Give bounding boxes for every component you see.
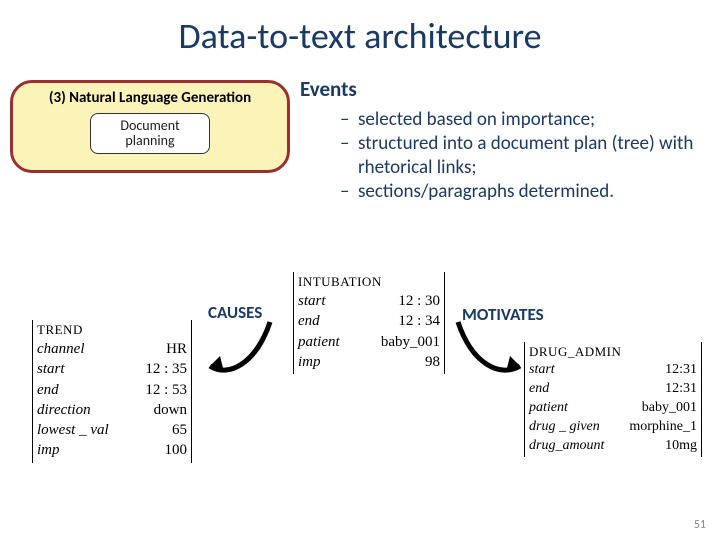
- table-row: lowest _ val65: [37, 420, 187, 440]
- list-item: sections/paragraphs determined.: [340, 180, 710, 204]
- table-header: TREND: [37, 322, 187, 338]
- table-header: DRUG_ADMIN: [529, 344, 697, 360]
- nlg-panel: (3) Natural Language Generation Document…: [10, 80, 290, 173]
- intubation-table: INTUBATION start12 : 30 end12 : 34 patie…: [293, 272, 445, 374]
- table-row: drug_amount10mg: [529, 437, 697, 456]
- table-row: start12:31: [529, 361, 697, 380]
- table-row: start12 : 30: [298, 291, 440, 311]
- table-row: drug _ givenmorphine_1: [529, 418, 697, 437]
- table-row: imp98: [298, 352, 440, 372]
- events-list: selected based on importance; structured…: [300, 108, 710, 204]
- drug-admin-table: DRUG_ADMIN start12:31 end12:31 patientba…: [524, 342, 702, 457]
- panel-heading: (3) Natural Language Generation: [23, 89, 277, 107]
- table-row: end12 : 53: [37, 380, 187, 400]
- page-title: Data-to-text architecture: [0, 0, 720, 58]
- table-row: imp100: [37, 440, 187, 460]
- document-planning-box: Document planning: [90, 113, 210, 154]
- table-row: end12:31: [529, 380, 697, 399]
- list-item: selected based on importance;: [340, 108, 710, 132]
- table-row: end12 : 34: [298, 311, 440, 331]
- causes-label: CAUSES: [208, 302, 262, 323]
- table-row: patientbaby_001: [529, 399, 697, 418]
- table-header: INTUBATION: [298, 274, 440, 290]
- trend-table: TREND channelHR start12 : 35 end12 : 53 …: [32, 320, 192, 463]
- events-block: Events selected based on importance; str…: [300, 76, 710, 204]
- table-row: patientbaby_001: [298, 332, 440, 352]
- list-item: structured into a document plan (tree) w…: [340, 132, 710, 180]
- page-number: 51: [694, 518, 706, 532]
- table-row: start12 : 35: [37, 359, 187, 379]
- table-row: directiondown: [37, 400, 187, 420]
- motivates-label: MOTIVATES: [462, 304, 544, 325]
- causes-arrow-icon: [198, 316, 288, 392]
- table-row: channelHR: [37, 339, 187, 359]
- events-heading: Events: [300, 76, 710, 102]
